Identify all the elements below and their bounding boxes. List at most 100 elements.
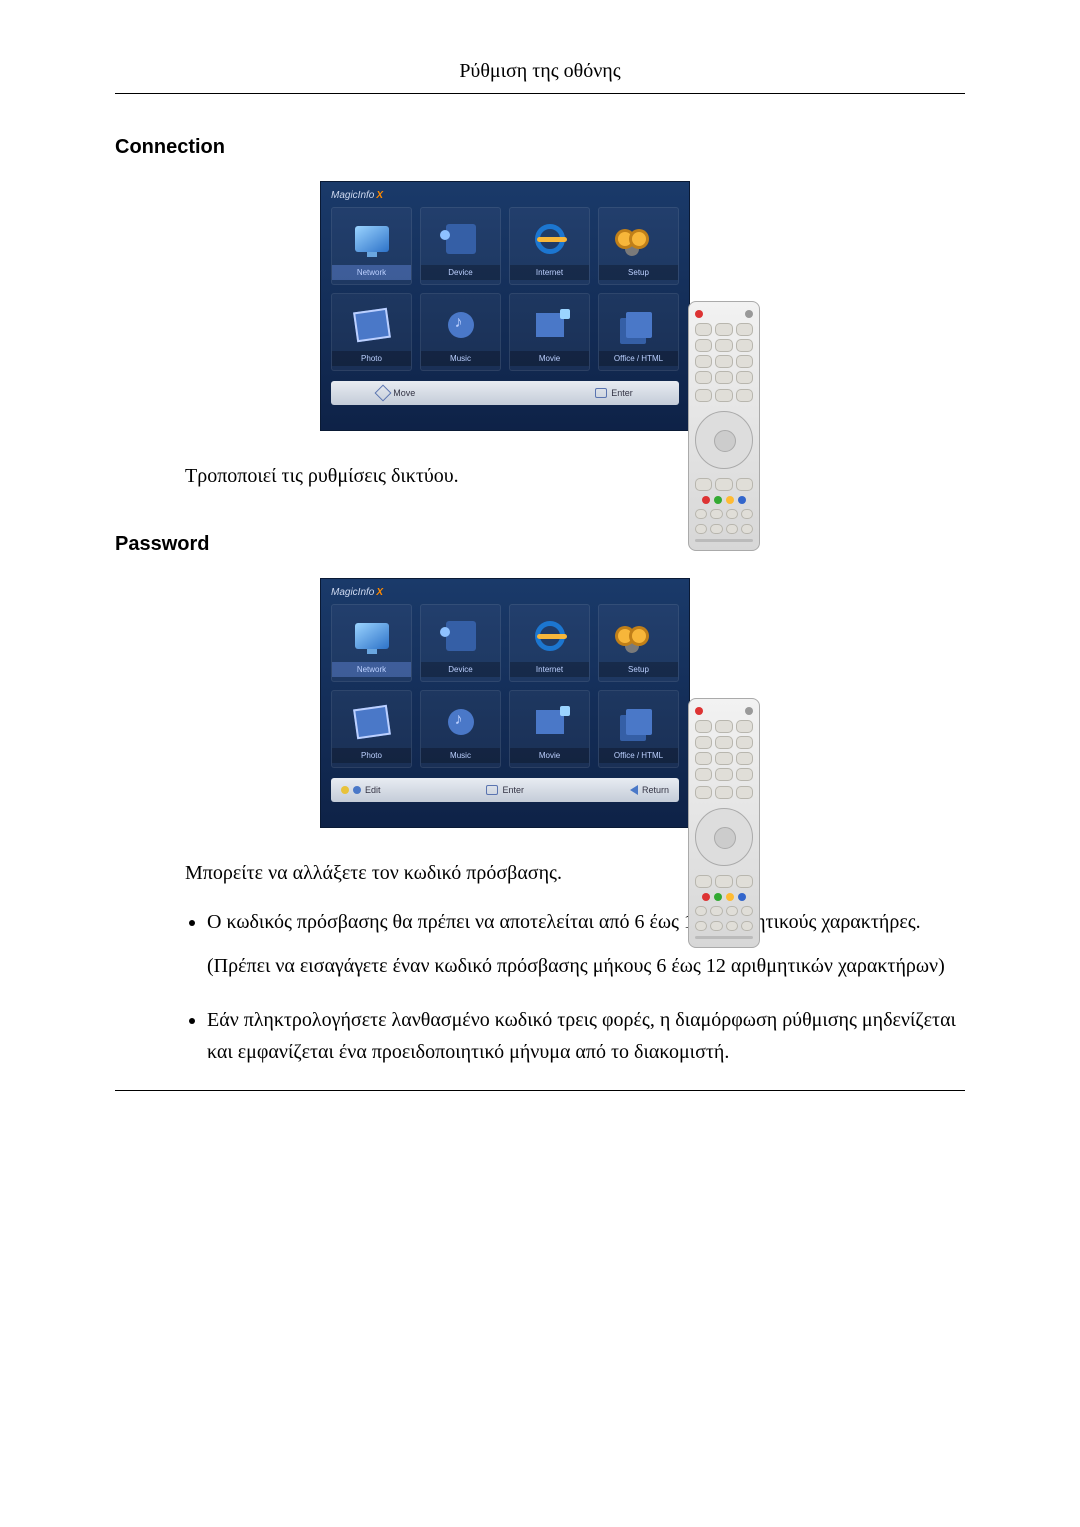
hint-return-label: Return — [642, 785, 669, 795]
red-key[interactable] — [702, 496, 710, 504]
num-key[interactable] — [695, 371, 712, 384]
tile-photo[interactable]: Photo — [331, 690, 412, 768]
num-key[interactable] — [736, 371, 753, 384]
yellow-dot-icon — [341, 786, 349, 794]
num-key[interactable] — [715, 736, 732, 749]
blue-key[interactable] — [738, 893, 746, 901]
tile-office[interactable]: Office / HTML — [598, 293, 679, 371]
media-key[interactable] — [726, 906, 738, 916]
power-icon[interactable] — [695, 707, 703, 715]
num-key[interactable] — [736, 768, 753, 781]
num-key[interactable] — [736, 355, 753, 368]
blue-dot-icon — [353, 786, 361, 794]
blue-key[interactable] — [738, 496, 746, 504]
num-key[interactable] — [736, 736, 753, 749]
screenshot-password: MagicInfo X Network Device Internet Setu… — [115, 578, 965, 828]
media-key[interactable] — [695, 509, 707, 519]
num-key[interactable] — [715, 339, 732, 352]
source-icon[interactable] — [745, 707, 753, 715]
func-key[interactable] — [715, 478, 732, 491]
num-key[interactable] — [695, 323, 712, 336]
tile-label-photo: Photo — [332, 351, 411, 366]
num-key[interactable] — [736, 339, 753, 352]
tile-music[interactable]: Music — [420, 293, 501, 371]
remote-nav-pad[interactable] — [695, 411, 753, 469]
green-key[interactable] — [714, 893, 722, 901]
func-key[interactable] — [695, 875, 712, 888]
tile-label-device: Device — [421, 662, 500, 677]
num-key[interactable] — [695, 768, 712, 781]
yellow-key[interactable] — [726, 893, 734, 901]
media-key[interactable] — [710, 524, 722, 534]
red-key[interactable] — [702, 893, 710, 901]
num-key[interactable] — [736, 752, 753, 765]
remote-func-row2 — [695, 478, 753, 491]
tile-setup[interactable]: Setup — [598, 604, 679, 682]
media-key[interactable] — [741, 921, 753, 931]
tile-grid: Network Device Internet Setup Photo Musi… — [331, 207, 679, 371]
tile-setup[interactable]: Setup — [598, 207, 679, 285]
media-key[interactable] — [710, 906, 722, 916]
num-key[interactable] — [715, 720, 732, 733]
num-key[interactable] — [695, 736, 712, 749]
tile-photo[interactable]: Photo — [331, 293, 412, 371]
num-key[interactable] — [695, 752, 712, 765]
media-key[interactable] — [741, 906, 753, 916]
header-rule — [115, 93, 965, 94]
tile-device[interactable]: Device — [420, 604, 501, 682]
func-key[interactable] — [736, 875, 753, 888]
tile-network[interactable]: Network — [331, 207, 412, 285]
tile-label-internet: Internet — [510, 662, 589, 677]
tile-device[interactable]: Device — [420, 207, 501, 285]
tile-office[interactable]: Office / HTML — [598, 690, 679, 768]
num-key[interactable] — [736, 720, 753, 733]
tile-movie[interactable]: Movie — [509, 690, 590, 768]
bullet-1-sub: (Πρέπει να εισαγάγετε έναν κωδικό πρόσβα… — [207, 950, 965, 982]
media-key[interactable] — [741, 524, 753, 534]
func-key[interactable] — [695, 478, 712, 491]
tile-movie[interactable]: Movie — [509, 293, 590, 371]
num-key[interactable] — [715, 355, 732, 368]
media-key[interactable] — [695, 524, 707, 534]
remote-top-row — [695, 310, 753, 318]
media-key[interactable] — [726, 509, 738, 519]
hint-enter-label: Enter — [611, 388, 633, 398]
num-key[interactable] — [695, 339, 712, 352]
tile-network[interactable]: Network — [331, 604, 412, 682]
media-key[interactable] — [726, 921, 738, 931]
tile-internet[interactable]: Internet — [509, 604, 590, 682]
tile-label-office: Office / HTML — [599, 351, 678, 366]
num-key[interactable] — [715, 768, 732, 781]
func-key[interactable] — [736, 389, 753, 402]
tile-label-network: Network — [332, 662, 411, 677]
media-key[interactable] — [695, 921, 707, 931]
green-key[interactable] — [714, 496, 722, 504]
tile-internet[interactable]: Internet — [509, 207, 590, 285]
tile-music[interactable]: Music — [420, 690, 501, 768]
func-key[interactable] — [736, 786, 753, 799]
remote-func-row2 — [695, 875, 753, 888]
num-key[interactable] — [695, 355, 712, 368]
func-key[interactable] — [715, 875, 732, 888]
remote-nav-pad[interactable] — [695, 808, 753, 866]
func-key[interactable] — [736, 478, 753, 491]
num-key[interactable] — [736, 323, 753, 336]
num-key[interactable] — [695, 720, 712, 733]
num-key[interactable] — [715, 371, 732, 384]
media-key[interactable] — [710, 921, 722, 931]
power-icon[interactable] — [695, 310, 703, 318]
num-key[interactable] — [715, 752, 732, 765]
media-key[interactable] — [726, 524, 738, 534]
source-icon[interactable] — [745, 310, 753, 318]
media-key[interactable] — [695, 906, 707, 916]
yellow-key[interactable] — [726, 496, 734, 504]
media-key[interactable] — [741, 509, 753, 519]
num-key[interactable] — [715, 323, 732, 336]
media-key[interactable] — [710, 509, 722, 519]
func-key[interactable] — [715, 389, 732, 402]
func-key[interactable] — [695, 389, 712, 402]
func-key[interactable] — [695, 786, 712, 799]
app-logo: MagicInfo X — [331, 587, 679, 598]
func-key[interactable] — [715, 786, 732, 799]
remote-media-row — [695, 509, 753, 519]
